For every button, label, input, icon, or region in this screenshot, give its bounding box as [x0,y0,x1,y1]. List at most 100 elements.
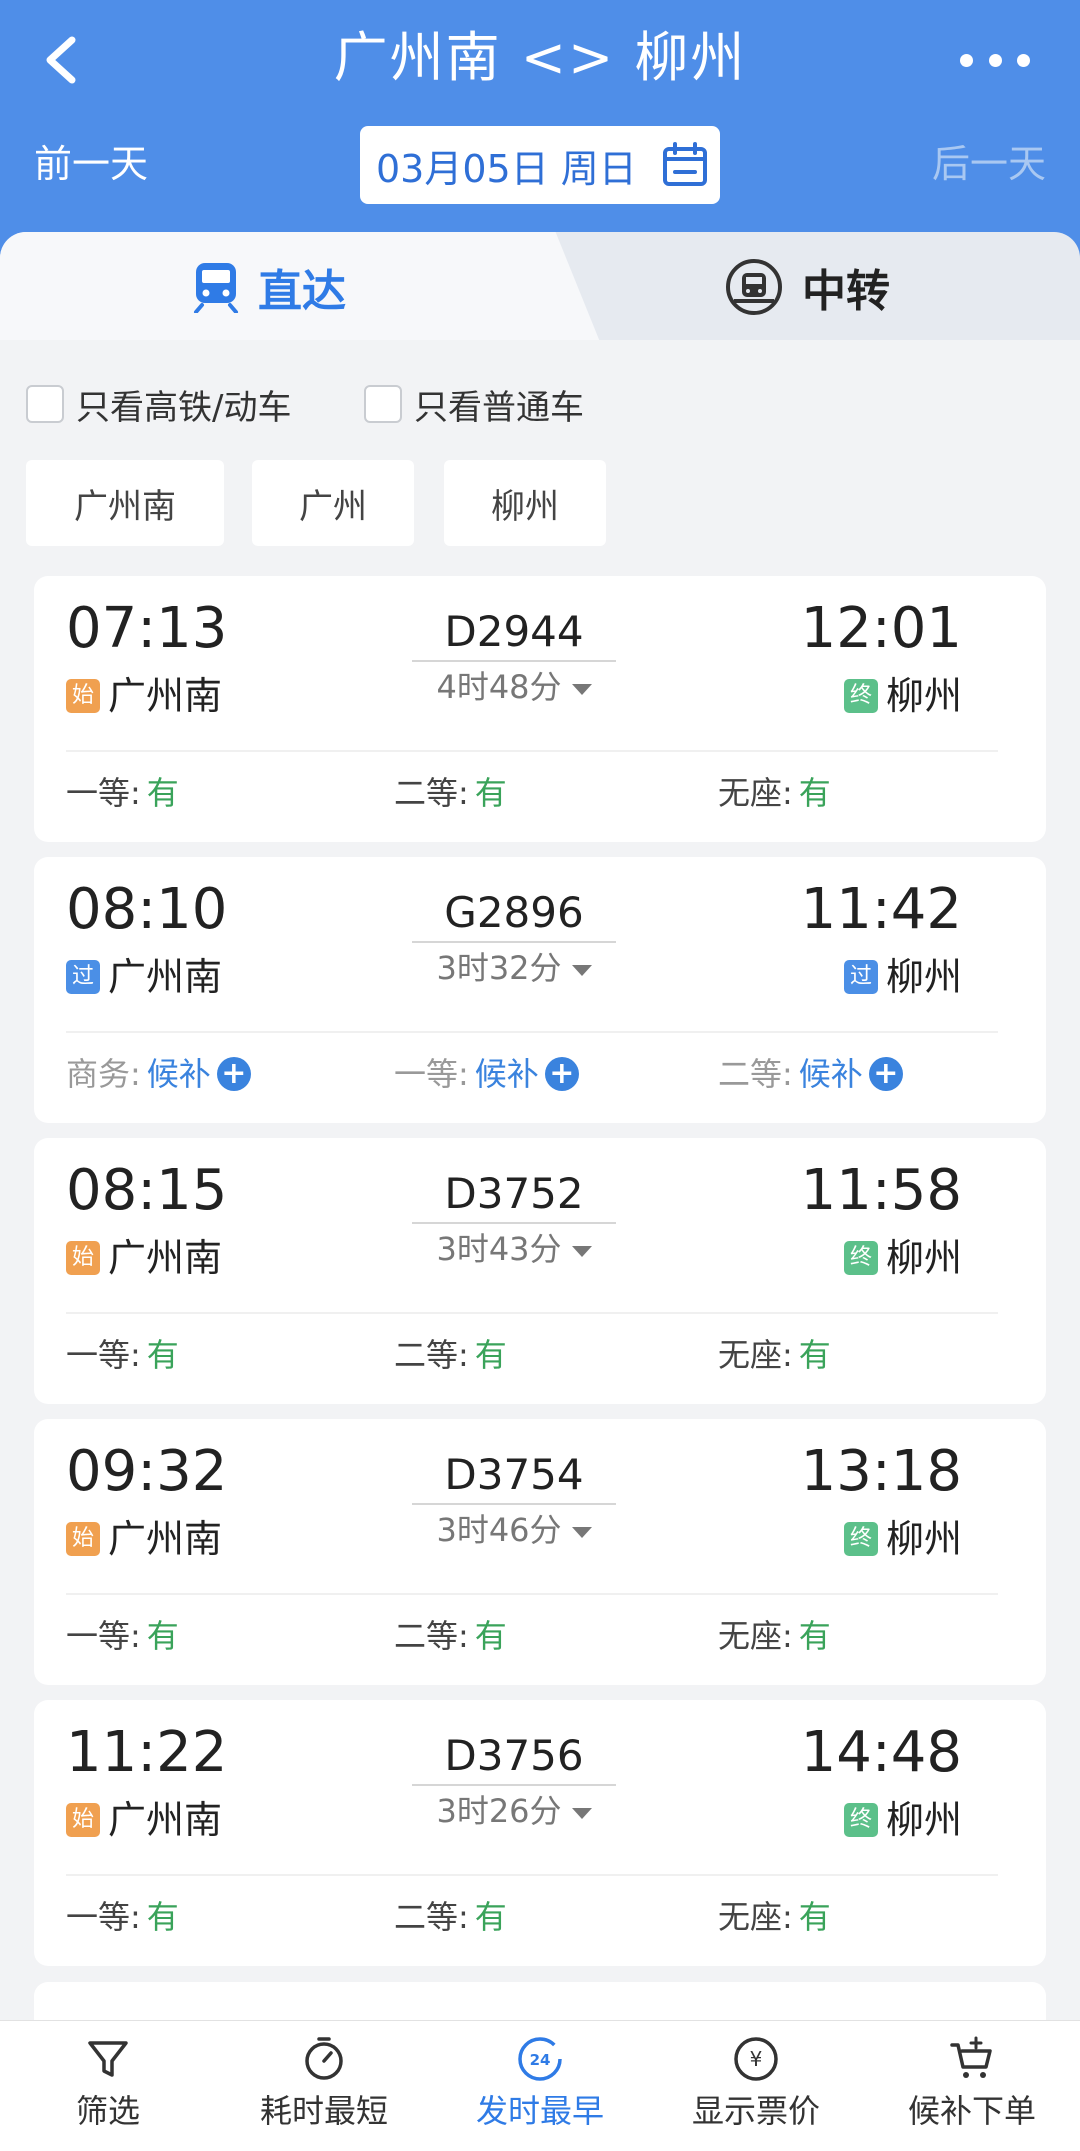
seat-class-label: 无座: [718,1898,793,1936]
nav-earliest-label: 发时最早 [475,2092,604,2130]
trip-duration[interactable]: 3时46分 [414,1505,614,1555]
station-name: 广州南 [108,674,223,718]
arrival-station: 终柳州 [843,1792,962,1848]
train-number: D3754 [444,1450,584,1499]
station-type-badge: 始 [66,679,100,713]
station-name: 广州南 [108,1236,223,1280]
nav-waitlist[interactable]: 候补下单 [864,2035,1080,2145]
seat-status: 有 [474,774,507,812]
arrival-station: 终柳州 [843,668,962,724]
duration-text: 4时48分 [436,668,562,706]
nav-price[interactable]: ¥ 显示票价 [648,2035,864,2145]
more-button[interactable] [960,40,1030,80]
arrival-time: 11:42 [800,877,962,942]
seat-availability[interactable]: 商务: 候补 + [66,1049,251,1099]
departure-time: 11:22 [66,1720,228,1785]
seat-class-label: 无座: [718,1617,793,1655]
regular-only-checkbox[interactable]: 只看普通车 [364,382,584,428]
seat-availability: 一等: 有 [66,768,179,818]
nav-filter[interactable]: 筛选 [0,2035,216,2145]
train-card[interactable]: 08:10 G2896 3时32分 11:42 过广州南过柳州 商务: 候补 + 一等: 候补 + 二… [34,857,1046,1123]
caret-down-icon [571,1526,592,1538]
high-speed-only-checkbox[interactable]: 只看高铁/动车 [26,382,292,428]
seat-class-label: 无座: [718,1336,793,1374]
trip-duration[interactable]: 4时48分 [414,662,614,712]
station-type-badge: 始 [66,1522,100,1556]
station-name: 广州南 [108,1517,223,1561]
seat-status: 有 [798,774,831,812]
train-card[interactable]: 11:22 D3756 3时26分 14:48 始广州南终柳州 一等: 有二等: 有无座: 有 [34,1700,1046,1966]
departure-time: 09:32 [66,1439,228,1504]
trip-duration[interactable]: 3时26分 [414,1786,614,1836]
add-waitlist-icon[interactable]: + [868,1057,903,1091]
divider [66,750,998,752]
nav-shortest[interactable]: 耗时最短 [216,2035,432,2145]
duration-text: 3时32分 [436,949,562,987]
train-number: D2944 [444,607,584,656]
arrival-time: 13:18 [800,1439,962,1504]
train-number: G2896 [444,888,584,937]
seat-availability: 无座: 有 [718,768,831,818]
arrival-time: 11:58 [800,1158,962,1223]
divider [66,1312,998,1314]
seat-status: 候补 [798,1055,863,1093]
seat-availability: 二等: 有 [394,1611,507,1661]
seat-availability: 无座: 有 [718,1611,831,1661]
seat-availability: 二等: 有 [394,768,507,818]
train-card[interactable]: 08:15 D3752 3时43分 11:58 始广州南终柳州 一等: 有二等: 有无座: 有 [34,1138,1046,1404]
station-chip[interactable]: 柳州 [444,460,606,546]
station-name: 柳州 [885,1517,962,1561]
station-chip[interactable]: 广州 [252,460,414,546]
add-waitlist-icon[interactable]: + [544,1057,579,1091]
seat-availability: 无座: 有 [718,1330,831,1380]
tab-transfer[interactable]: 中转 [724,232,890,342]
station-type-badge: 始 [66,1803,100,1837]
arrival-time: 14:48 [800,1720,962,1785]
more-dot-icon [1017,53,1030,67]
more-dot-icon [988,53,1002,67]
seat-status: 有 [798,1617,831,1655]
duration-text: 3时46分 [436,1511,562,1549]
arrival-station: 终柳州 [843,1230,962,1286]
train-card[interactable]: 09:32 D3754 3时46分 13:18 始广州南 终柳州一等: 有 二等: 有 无座: 有 [34,1419,1046,1685]
seat-status: 有 [146,1336,179,1374]
seat-availability: 一等: 有 [66,1611,179,1661]
station-name: 柳州 [885,1236,962,1280]
train-number: D3752 [444,1169,584,1218]
checkbox-label: 只看高铁/动车 [76,387,292,428]
nav-filter-label: 筛选 [75,2092,140,2130]
next-day-button[interactable]: 后一天 [932,138,1046,190]
clock-24-icon: 24 [518,2037,562,2081]
cart-icon [950,2036,992,2078]
seat-class-label: 二等: [394,1336,469,1374]
tab-direct[interactable]: 直达 [192,232,346,342]
departure-station: 始广州南 [66,668,222,724]
seat-availability[interactable]: 一等: 候补 + [394,1049,579,1099]
arrival-station: 终柳州 [843,1511,962,1567]
date-picker[interactable]: 03月05日 周日 [360,126,720,204]
seat-class-label: 二等: [394,774,469,812]
page-title: 广州南 <> 柳州 [333,26,747,89]
station-name: 柳州 [885,955,962,999]
departure-time: 07:13 [66,596,228,661]
seat-class-label: 二等: [718,1055,793,1093]
nav-earliest[interactable]: 24 发时最早 [432,2035,648,2145]
add-waitlist-icon[interactable]: + [216,1057,251,1091]
station-chip[interactable]: 广州南 [26,460,224,546]
seat-class-label: 一等: [66,774,141,812]
seat-availability[interactable]: 二等: 候补 + [718,1049,903,1099]
departure-station: 过广州南 [66,949,222,1005]
prev-day-button[interactable]: 前一天 [34,138,148,190]
nav-waitlist-label: 候补下单 [907,2092,1036,2130]
seat-availability: 无座: 有 [718,1892,831,1942]
train-card[interactable]: 07:13 D2944 4时48分 12:01 始广州南终柳州 一等: 有二等: 有无座: 有 [34,576,1046,842]
seat-availability: 一等: 有 [66,1892,179,1942]
checkbox-box [364,385,402,423]
trip-duration[interactable]: 3时32分 [414,943,614,993]
caret-down-icon [571,683,592,695]
seat-status: 有 [474,1898,507,1936]
trip-duration[interactable]: 3时43分 [414,1224,614,1274]
yuan-text: ¥ [750,2047,763,2071]
station-type-badge: 终 [843,1241,878,1275]
seat-class-label: 二等: [394,1898,469,1936]
